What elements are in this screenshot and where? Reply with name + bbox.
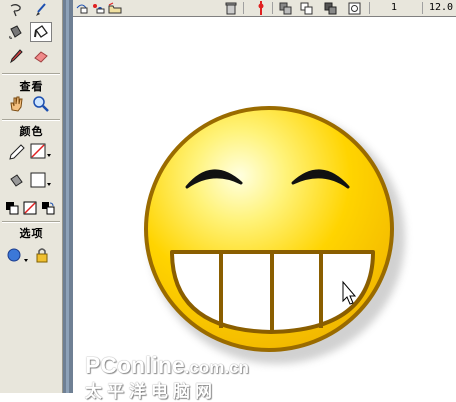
snap-magnet-icon — [7, 248, 28, 262]
multiple-frames-icon — [324, 2, 336, 14]
eraser-icon — [34, 51, 48, 63]
current-frame-field: 1 — [391, 1, 411, 15]
onion-skin-outlines-button[interactable] — [299, 0, 314, 16]
no-color-button[interactable] — [22, 198, 38, 218]
stroke-color-tool[interactable] — [5, 141, 29, 163]
brush-icon — [36, 3, 46, 16]
toolbar-separator — [243, 2, 244, 14]
paint-bucket-tool[interactable] — [30, 22, 52, 42]
fill-color-tool[interactable] — [5, 171, 27, 191]
hand-icon — [10, 96, 23, 112]
paint-bucket-icon — [34, 25, 48, 38]
pencil-icon — [9, 144, 25, 160]
stroke-swatch-icon — [30, 143, 51, 159]
onion-skin-icon — [279, 2, 291, 14]
timeline-toolbar: 1 12.0 — [73, 0, 456, 17]
snap-option-button[interactable] — [5, 245, 31, 265]
magnifier-icon — [33, 96, 49, 112]
stroke-color-swatch[interactable] — [29, 142, 53, 162]
paint-bucket-icon — [10, 174, 23, 187]
ink-bottle-icon — [9, 25, 22, 39]
lasso-icon — [10, 4, 21, 17]
hand-tool[interactable] — [5, 94, 27, 114]
frame-rate-field: 12.0 — [429, 1, 456, 15]
divider — [2, 221, 60, 223]
fill-color-swatch[interactable] — [29, 171, 53, 191]
add-layer-icon — [76, 4, 88, 14]
onion-outlines-icon — [300, 2, 312, 14]
eyedropper-tool[interactable] — [5, 46, 27, 66]
smiley-face-drawing — [144, 106, 405, 364]
folder-icon — [108, 2, 122, 14]
watermark-subtitle: 太平洋电脑网 — [85, 382, 217, 402]
eraser-tool[interactable] — [30, 46, 52, 66]
add-guide-layer-button[interactable] — [91, 0, 105, 16]
onion-markers-icon — [348, 2, 360, 14]
default-colors-icon — [6, 202, 19, 215]
guide-layer-icon — [93, 4, 105, 14]
divider — [2, 73, 60, 75]
panel-gutter-highlight — [66, 0, 69, 393]
eyedropper-icon — [10, 49, 23, 64]
playhead-icon — [258, 1, 264, 15]
add-folder-button[interactable] — [108, 0, 122, 16]
lasso-tool[interactable] — [5, 0, 27, 20]
fill-swatch-icon — [30, 172, 51, 188]
zoom-tool[interactable] — [30, 94, 52, 114]
swap-colors-button[interactable] — [40, 198, 56, 218]
tools-panel: 查看 颜色 选项 — [0, 0, 63, 393]
watermark-logo: PConline.com.cn — [85, 352, 249, 378]
add-layer-button[interactable] — [75, 0, 89, 16]
colors-section-title: 颜色 — [19, 125, 44, 138]
delete-layer-button[interactable] — [223, 0, 239, 16]
lock-fill-icon — [36, 248, 48, 263]
swap-colors-icon — [42, 202, 55, 215]
toolbar-separator — [272, 2, 273, 14]
edit-multiple-frames-button[interactable] — [323, 0, 338, 16]
view-section-title: 查看 — [19, 80, 44, 93]
ink-bottle-tool[interactable] — [5, 22, 27, 42]
options-section-title: 选项 — [19, 227, 44, 240]
no-color-icon — [23, 201, 37, 215]
divider — [2, 119, 60, 121]
center-frame-button[interactable] — [254, 0, 268, 16]
stage-canvas[interactable]: PConline.com.cn 太平洋电脑网 — [73, 17, 456, 402]
pen-tool[interactable] — [30, 0, 52, 20]
default-colors-button[interactable] — [4, 198, 20, 218]
lock-fill-button[interactable] — [32, 245, 54, 265]
toolbar-separator — [422, 2, 423, 14]
toolbar-separator — [369, 2, 370, 14]
onion-skin-button[interactable] — [278, 0, 293, 16]
trash-icon — [225, 2, 237, 15]
modify-onion-markers-button[interactable] — [347, 0, 362, 16]
